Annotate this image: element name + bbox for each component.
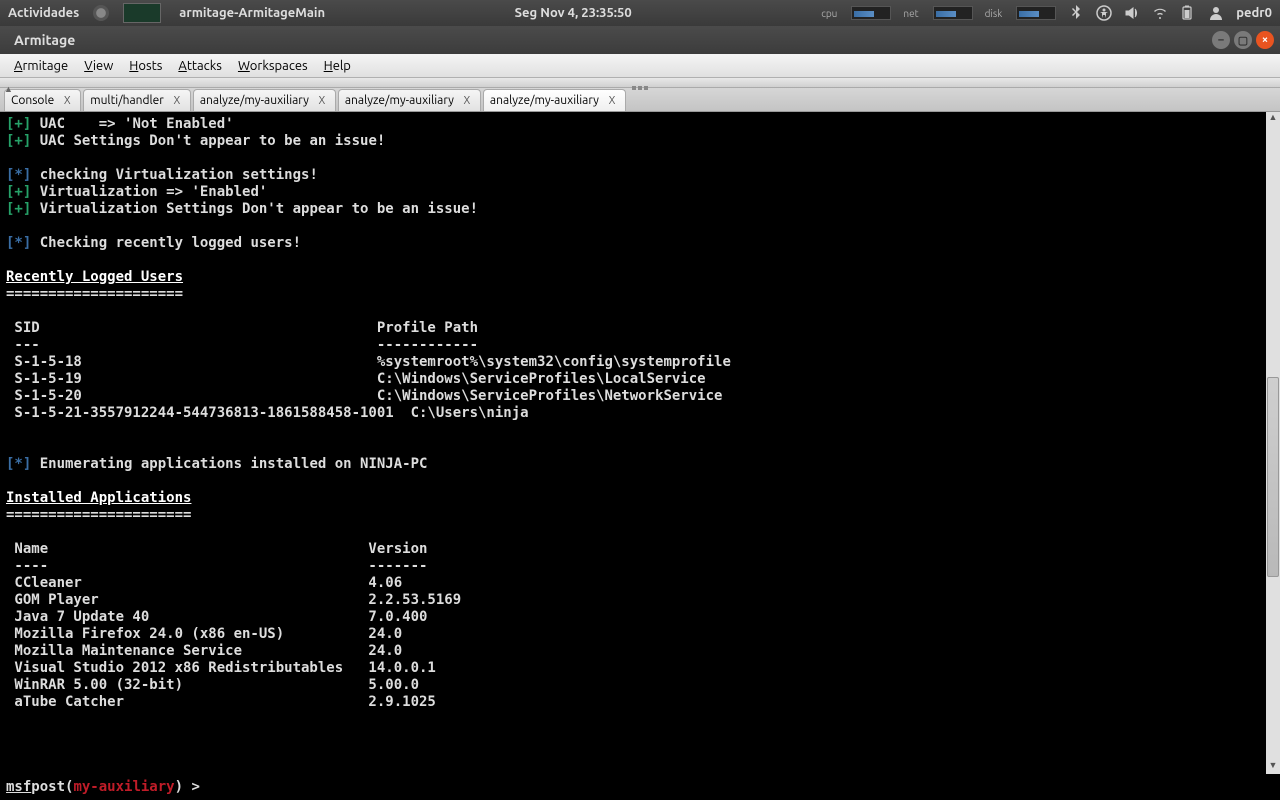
console-line: Visual Studio 2012 x86 Redistributables … — [6, 660, 1274, 677]
console-line: S-1-5-20 C:\Windows\ServiceProfiles\Netw… — [6, 388, 1274, 405]
prompt-msf: msf — [6, 779, 31, 795]
tab-close-icon[interactable]: X — [60, 94, 74, 108]
menu-workspaces[interactable]: Workspaces — [232, 57, 314, 75]
disk-label: disk — [985, 8, 1003, 19]
tab-1[interactable]: multi/handler X — [83, 89, 191, 111]
bluetooth-icon[interactable] — [1068, 5, 1084, 21]
user-icon[interactable] — [1208, 5, 1224, 21]
console-line — [6, 252, 1274, 269]
console-line — [6, 422, 1274, 439]
collapse-arrow-icon[interactable]: ▲ — [4, 84, 13, 94]
activities-button[interactable]: Actividades — [8, 6, 79, 20]
console-line: [+] UAC => 'Not Enabled' — [6, 116, 1274, 133]
console-prompt[interactable]: msf post(my-auxiliary) > — [0, 774, 1280, 800]
scrollbar-thumb[interactable] — [1267, 377, 1279, 577]
console-line: GOM Player 2.2.53.5169 — [6, 592, 1274, 609]
scroll-down-icon[interactable]: ▼ — [1266, 760, 1280, 774]
cpu-label: cpu — [821, 8, 837, 19]
console-line — [6, 524, 1274, 541]
tab-4[interactable]: analyze/my-auxiliary X — [483, 89, 626, 111]
console-line — [6, 473, 1274, 490]
tab-2[interactable]: analyze/my-auxiliary X — [193, 89, 336, 111]
tab-0[interactable]: Console X — [4, 89, 81, 111]
console-line: [+] Virtualization Settings Don't appear… — [6, 201, 1274, 218]
window-title: Armitage — [14, 32, 1212, 48]
console-line: Mozilla Firefox 24.0 (x86 en-US) 24.0 — [6, 626, 1274, 643]
console-output[interactable]: [+] UAC => 'Not Enabled'[+] UAC Settings… — [0, 112, 1280, 774]
ubuntu-logo-icon[interactable] — [93, 5, 109, 21]
console-line: aTube Catcher 2.9.1025 — [6, 694, 1274, 711]
taskbar-app-title[interactable]: armitage-ArmitageMain — [179, 6, 325, 20]
scrollbar-vertical[interactable]: ▲ ▼ — [1266, 112, 1280, 774]
console-line: [*] Enumerating applications installed o… — [6, 456, 1274, 473]
menu-bar: Armitage View Hosts Attacks Workspaces H… — [0, 54, 1280, 78]
tab-close-icon[interactable]: X — [460, 94, 474, 108]
tab-close-icon[interactable]: X — [605, 94, 619, 108]
menu-hosts[interactable]: Hosts — [123, 57, 168, 75]
console-line: Mozilla Maintenance Service 24.0 — [6, 643, 1274, 660]
console-line: Name Version — [6, 541, 1274, 558]
tab-close-icon[interactable]: X — [315, 94, 329, 108]
battery-icon[interactable] — [1180, 5, 1196, 21]
console-line: Recently Logged Users — [6, 269, 1274, 286]
prompt-context: my-auxiliary — [73, 779, 174, 795]
tab-label: analyze/my-auxiliary — [200, 94, 309, 107]
console-line: SID Profile Path — [6, 320, 1274, 337]
menu-view[interactable]: View — [78, 57, 119, 75]
split-handle[interactable]: ▲ — [0, 78, 1280, 88]
console-line: [*] checking Virtualization settings! — [6, 167, 1274, 184]
prompt-tail: ) > — [175, 779, 200, 795]
console-line: [+] Virtualization => 'Enabled' — [6, 184, 1274, 201]
username-label[interactable]: pedr0 — [1236, 6, 1272, 20]
console-line: [+] UAC Settings Don't appear to be an i… — [6, 133, 1274, 150]
volume-icon[interactable] — [1124, 5, 1140, 21]
cpu-graph-icon — [851, 6, 891, 20]
menu-armitage[interactable]: Armitage — [8, 57, 74, 75]
disk-graph-icon — [1016, 6, 1056, 20]
console-line — [6, 303, 1274, 320]
scroll-up-icon[interactable]: ▲ — [1266, 112, 1280, 126]
wifi-icon[interactable] — [1152, 5, 1168, 21]
console-line: S-1-5-18 %systemroot%\system32\config\sy… — [6, 354, 1274, 371]
minimize-button[interactable]: – — [1212, 31, 1230, 49]
console-line — [6, 218, 1274, 235]
tab-label: analyze/my-auxiliary — [490, 94, 599, 107]
console-line: --- ------------ — [6, 337, 1274, 354]
net-graph-icon — [933, 6, 973, 20]
console-line: Java 7 Update 40 7.0.400 — [6, 609, 1274, 626]
console-line: ===================== — [6, 286, 1274, 303]
console-line: S-1-5-19 C:\Windows\ServiceProfiles\Loca… — [6, 371, 1274, 388]
tab-close-icon[interactable]: X — [170, 94, 184, 108]
tab-label: multi/handler — [90, 94, 164, 107]
console-line: ---- ------- — [6, 558, 1274, 575]
console-line: WinRAR 5.00 (32-bit) 5.00.0 — [6, 677, 1274, 694]
menu-attacks[interactable]: Attacks — [172, 57, 228, 75]
tab-label: Console — [11, 94, 54, 107]
taskbar-thumbnail[interactable] — [123, 3, 161, 23]
prompt-post: post( — [31, 779, 73, 795]
close-button[interactable]: × — [1256, 31, 1274, 49]
console-line — [6, 439, 1274, 456]
accessibility-icon[interactable] — [1096, 5, 1112, 21]
console-line: S-1-5-21-3557912244-544736813-1861588458… — [6, 405, 1274, 422]
console-line: [*] Checking recently logged users! — [6, 235, 1274, 252]
maximize-button[interactable]: ▢ — [1234, 31, 1252, 49]
tab-label: analyze/my-auxiliary — [345, 94, 454, 107]
desktop-top-panel: Actividades armitage-ArmitageMain Seg No… — [0, 0, 1280, 26]
console-line: ====================== — [6, 507, 1274, 524]
console-line — [6, 150, 1274, 167]
console-line: CCleaner 4.06 — [6, 575, 1274, 592]
menu-armitage-label: rmitage — [22, 59, 68, 73]
console-line: Installed Applications — [6, 490, 1274, 507]
menu-help[interactable]: Help — [318, 57, 357, 75]
net-label: net — [903, 8, 918, 19]
panel-clock[interactable]: Seg Nov 4, 23:35:50 — [325, 6, 821, 20]
tab-3[interactable]: analyze/my-auxiliary X — [338, 89, 481, 111]
window-titlebar[interactable]: Armitage – ▢ × — [0, 26, 1280, 54]
